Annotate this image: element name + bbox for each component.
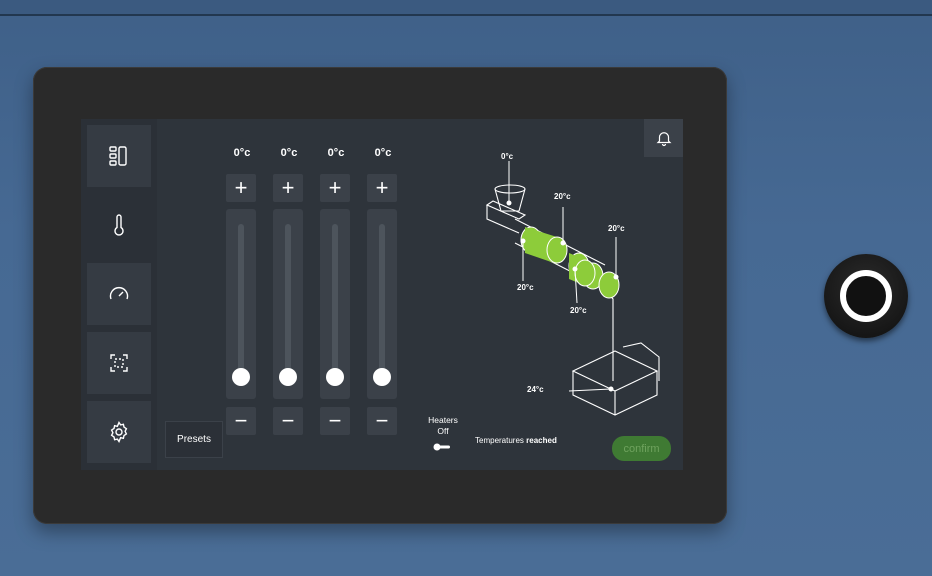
heater-1-increase-button[interactable]: + xyxy=(226,174,256,202)
slider-track xyxy=(379,224,385,384)
heater-2-decrease-button[interactable]: − xyxy=(273,407,303,435)
heater-1-temp: 0°c xyxy=(233,147,251,159)
diagram-label-zone-1: 20°c xyxy=(517,283,534,292)
slider-track xyxy=(285,224,291,384)
sidebar-item-temperature[interactable] xyxy=(87,194,151,256)
diagram-label-zone-4: 20°c xyxy=(608,224,625,233)
heaters-toggle-label: Heaters Off xyxy=(423,415,463,437)
heater-2-increase-button[interactable]: + xyxy=(273,174,303,202)
status-prefix: Temperatures xyxy=(475,436,524,445)
slider-knob[interactable] xyxy=(279,368,297,386)
diagram-label-mold: 24°c xyxy=(527,385,544,394)
heater-4-increase-button[interactable]: + xyxy=(367,174,397,202)
layout-icon xyxy=(109,146,127,166)
gear-icon xyxy=(110,421,128,443)
sidebar-item-scan[interactable] xyxy=(87,332,151,394)
slider-track xyxy=(332,224,338,384)
slider-knob[interactable] xyxy=(373,368,391,386)
heaters-label: Heaters xyxy=(428,415,458,425)
scan-icon xyxy=(110,354,128,372)
thermometer-icon xyxy=(114,214,124,236)
confirm-button[interactable]: confirm xyxy=(612,436,671,461)
heater-4-slider[interactable] xyxy=(367,209,397,399)
heater-3-slider[interactable] xyxy=(320,209,350,399)
presets-button[interactable]: Presets xyxy=(165,421,223,458)
sidebar-item-layout[interactable] xyxy=(87,125,151,187)
extruder-diagram: 0°c 20°c 20°c 20°c 20°c 24°c xyxy=(485,152,660,416)
heater-4-decrease-button[interactable]: − xyxy=(367,407,397,435)
touchscreen: 0°c + − 0°c + − 0°c + − 0°c + − Presets … xyxy=(81,119,683,470)
heater-band-3 xyxy=(574,259,596,287)
power-button[interactable] xyxy=(824,254,908,338)
heaters-state: Off xyxy=(437,426,449,436)
heater-3-decrease-button[interactable]: − xyxy=(320,407,350,435)
heater-2-temp: 0°c xyxy=(280,147,298,159)
heater-control-panel: 0°c + − 0°c + − 0°c + − 0°c + − Presets … xyxy=(157,119,465,470)
heater-1-decrease-button[interactable]: − xyxy=(226,407,256,435)
power-ring-icon xyxy=(840,270,892,322)
diagram-label-zone-3: 20°c xyxy=(570,306,587,315)
status-message: Temperatures reached xyxy=(475,436,557,445)
heater-2-slider[interactable] xyxy=(273,209,303,399)
sidebar xyxy=(81,119,157,470)
diagram-label-hopper: 0°c xyxy=(501,152,514,161)
slider-track xyxy=(238,224,244,384)
enclosure-top-strip xyxy=(0,0,932,16)
slider-knob[interactable] xyxy=(232,368,250,386)
heaters-toggle[interactable] xyxy=(433,443,451,451)
heater-diagram-panel: 0°c 20°c 20°c 20°c 20°c 24°c Temperature… xyxy=(465,119,683,470)
heater-3-increase-button[interactable]: + xyxy=(320,174,350,202)
slider-knob[interactable] xyxy=(326,368,344,386)
sidebar-item-settings[interactable] xyxy=(87,401,151,463)
diagram-label-zone-2: 20°c xyxy=(554,192,571,201)
heater-3-temp: 0°c xyxy=(327,147,345,159)
sidebar-item-gauge[interactable] xyxy=(87,263,151,325)
heater-4-temp: 0°c xyxy=(374,147,392,159)
gauge-icon xyxy=(109,286,129,300)
heater-1-slider[interactable] xyxy=(226,209,256,399)
status-emphasis: reached xyxy=(526,436,557,445)
